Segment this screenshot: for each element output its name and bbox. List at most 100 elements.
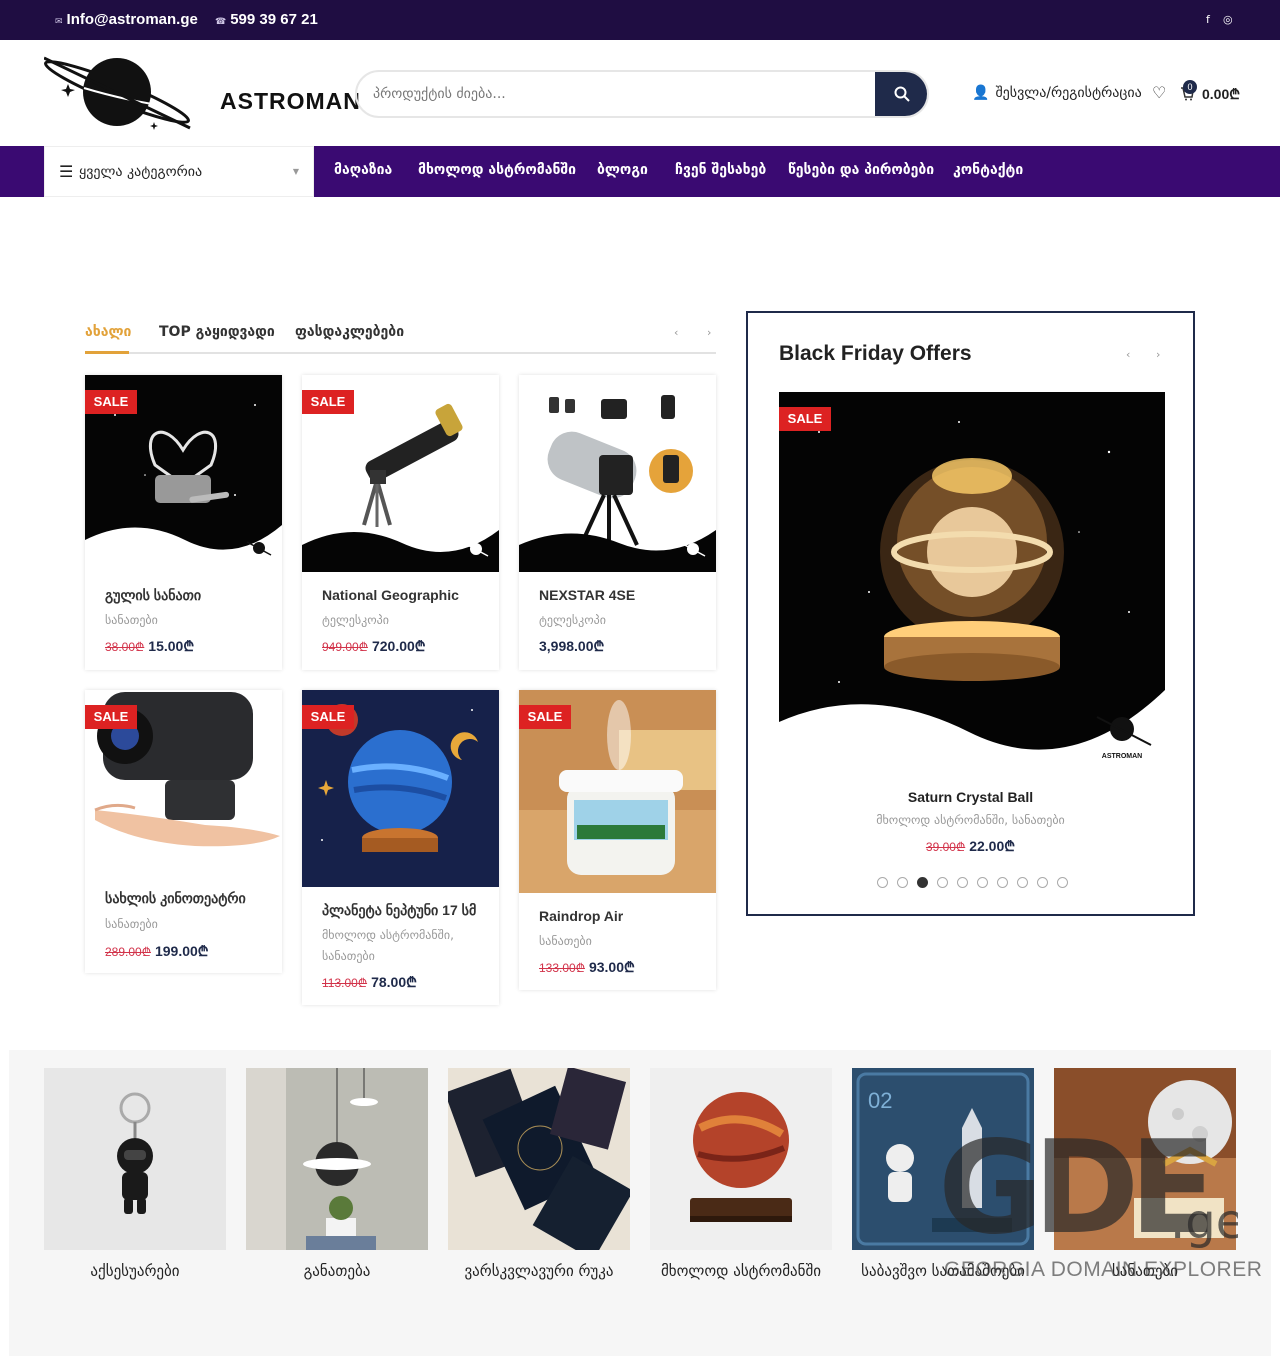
search-bar bbox=[355, 70, 929, 118]
tab-new[interactable]: ახალი bbox=[85, 324, 131, 340]
category-card-star-map[interactable]: ვარსკვლავური რუკა bbox=[448, 1068, 630, 1282]
bf-next-arrow-icon[interactable]: › bbox=[1156, 348, 1160, 361]
product-image[interactable]: SALE bbox=[85, 375, 282, 572]
tab-discounts[interactable]: ფასდაკლებები bbox=[295, 324, 404, 340]
carousel-dot[interactable] bbox=[977, 877, 988, 888]
nav-link-terms[interactable]: წესები და პირობები bbox=[788, 162, 934, 178]
currency-symbol: ₾ bbox=[575, 961, 585, 975]
carousel-dot[interactable] bbox=[957, 877, 968, 888]
category-card-accessories[interactable]: აქსესუარები bbox=[44, 1068, 226, 1282]
product-card[interactable]: SALE Raindrop Air სანათები 133.00₾ 93.00₾ bbox=[519, 690, 716, 990]
old-price: 133.00 bbox=[539, 961, 576, 975]
sale-badge: SALE bbox=[85, 705, 137, 729]
sale-price: 199.00 bbox=[154, 943, 198, 959]
category-image[interactable] bbox=[44, 1068, 226, 1250]
top-bar: ✉ Info@astroman.ge ☎ 599 39 67 21 f ◎ bbox=[0, 0, 1280, 40]
product-category[interactable]: ტელესკოპი bbox=[539, 610, 699, 631]
black-friday-product-category[interactable]: მხოლოდ ასტრომანში, სანათები bbox=[748, 813, 1193, 827]
product-title[interactable]: პლანეტა ნეპტუნი 17 სმ bbox=[322, 902, 476, 919]
sale-badge: SALE bbox=[519, 705, 571, 729]
black-friday-product-name[interactable]: Saturn Crystal Ball bbox=[748, 789, 1193, 805]
email-link[interactable]: ✉ Info@astroman.ge bbox=[55, 11, 198, 28]
product-title[interactable]: სახლის კინოთეატრი bbox=[105, 890, 246, 907]
tabs-prev-arrow-icon[interactable]: ‹ bbox=[674, 326, 678, 339]
category-label[interactable]: განათება bbox=[246, 1260, 428, 1282]
product-title[interactable]: NEXSTAR 4SE bbox=[539, 587, 635, 603]
wishlist-icon[interactable]: ♡ bbox=[1152, 83, 1166, 102]
category-card-kids-toys[interactable]: 02 საბავშვო სათამაშოები bbox=[852, 1068, 1034, 1282]
product-category[interactable]: მხოლოდ ასტრომანში, სანათები bbox=[322, 925, 482, 967]
nav-link-shop[interactable]: მაღაზია bbox=[334, 162, 392, 178]
product-card[interactable]: SALE National Geographic ტელესკოპი 949.0… bbox=[302, 375, 499, 670]
product-category[interactable]: სანათები bbox=[105, 914, 265, 935]
black-friday-product-price: 39.00₾ 22.00₾ bbox=[748, 837, 1193, 856]
old-price: 113.00 bbox=[322, 976, 358, 990]
tabs-next-arrow-icon[interactable]: › bbox=[707, 326, 711, 339]
sale-badge: SALE bbox=[302, 705, 354, 729]
product-price: 38.00₾ 15.00₾ bbox=[105, 637, 194, 656]
product-card[interactable]: NEXSTAR 4SE ტელესკოპი 3,998.00₾ bbox=[519, 375, 716, 670]
carousel-dot[interactable] bbox=[897, 877, 908, 888]
category-label[interactable]: მხოლოდ ასტრომანში bbox=[650, 1260, 832, 1282]
category-image[interactable] bbox=[246, 1068, 428, 1250]
facebook-icon[interactable]: f bbox=[1206, 13, 1210, 26]
sale-price: 93.00 bbox=[588, 959, 625, 975]
category-image[interactable] bbox=[448, 1068, 630, 1250]
mail-icon: ✉ bbox=[55, 16, 63, 26]
nav-link-exclusive[interactable]: მხოლოდ ასტრომანში bbox=[418, 162, 576, 178]
currency-symbol: ₾ bbox=[624, 959, 635, 975]
sale-badge: SALE bbox=[302, 390, 354, 414]
instagram-icon[interactable]: ◎ bbox=[1223, 13, 1233, 26]
tab-top-sellers[interactable]: TOP გაყიდვადი bbox=[159, 324, 275, 340]
bf-prev-arrow-icon[interactable]: ‹ bbox=[1126, 348, 1130, 361]
old-price: 289.00 bbox=[105, 945, 142, 959]
planet-logo-icon bbox=[43, 56, 191, 130]
search-button[interactable] bbox=[875, 72, 927, 116]
category-card-lamps[interactable]: სანათები bbox=[1054, 1068, 1236, 1282]
nav-link-about[interactable]: ჩვენ შესახებ bbox=[675, 162, 766, 178]
carousel-dot[interactable] bbox=[997, 877, 1008, 888]
carousel-dot[interactable] bbox=[1037, 877, 1048, 888]
carousel-dot[interactable] bbox=[877, 877, 888, 888]
currency-symbol: ₾ bbox=[357, 976, 368, 990]
main-nav: ☰ ყველა კატეგორია ▼ მაღაზია მხოლოდ ასტრო… bbox=[0, 146, 1280, 197]
product-category[interactable]: ტელესკოპი bbox=[322, 610, 482, 631]
sale-price: 15.00 bbox=[148, 638, 184, 654]
product-title[interactable]: National Geographic bbox=[322, 587, 459, 603]
category-label[interactable]: აქსესუარები bbox=[44, 1260, 226, 1282]
category-image[interactable]: 02 bbox=[852, 1068, 1034, 1250]
black-friday-product-image[interactable]: ASTROMAN SALE bbox=[779, 392, 1165, 778]
carousel-dot[interactable] bbox=[937, 877, 948, 888]
all-categories-dropdown[interactable]: ☰ ყველა კატეგორია ▼ bbox=[44, 146, 314, 197]
carousel-dot[interactable] bbox=[1017, 877, 1028, 888]
product-category[interactable]: სანათები bbox=[105, 610, 265, 631]
product-card[interactable]: SALE პლანეტა ნეპტუნი 17 სმ მხოლოდ ასტრომ… bbox=[302, 690, 499, 1005]
product-image[interactable]: SALE bbox=[302, 375, 499, 572]
category-card-lighting[interactable]: განათება bbox=[246, 1068, 428, 1282]
all-categories-label: ყველა კატეგორია bbox=[79, 164, 203, 180]
nav-link-blog[interactable]: ბლოგი bbox=[597, 162, 648, 178]
login-link[interactable]: 👤 შესვლა/რეგისტრაცია bbox=[972, 85, 1142, 101]
product-title[interactable]: გულის სანათი bbox=[105, 587, 201, 604]
category-image[interactable] bbox=[1054, 1068, 1236, 1250]
product-image[interactable]: SALE bbox=[302, 690, 499, 887]
product-card[interactable]: SALE სახლის კინოთეატრი სანათები 289.00₾ 1… bbox=[85, 690, 282, 973]
product-image[interactable] bbox=[519, 375, 716, 572]
product-title[interactable]: Raindrop Air bbox=[539, 908, 623, 924]
product-card[interactable]: SALE გულის სანათი სანათები 38.00₾ 15.00₾ bbox=[85, 375, 282, 670]
product-image[interactable]: SALE bbox=[519, 690, 716, 893]
phone-link[interactable]: ☎ 599 39 67 21 bbox=[215, 11, 318, 28]
product-category[interactable]: სანათები bbox=[539, 931, 699, 952]
category-card-exclusive[interactable]: მხოლოდ ასტრომანში bbox=[650, 1068, 832, 1282]
site-logo[interactable]: ASTROMAN bbox=[43, 54, 360, 132]
product-price: 133.00₾ 93.00₾ bbox=[539, 958, 635, 977]
search-input[interactable] bbox=[357, 72, 877, 116]
category-image[interactable] bbox=[650, 1068, 832, 1250]
category-label[interactable]: ვარსკვლავური რუკა bbox=[448, 1260, 630, 1282]
product-image[interactable]: SALE bbox=[85, 690, 282, 887]
carousel-dot[interactable] bbox=[917, 877, 928, 888]
carousel-dot[interactable] bbox=[1057, 877, 1068, 888]
sale-badge: SALE bbox=[85, 390, 137, 414]
nav-link-contact[interactable]: კონტაქტი bbox=[953, 162, 1023, 178]
sale-price: 720.00 bbox=[371, 638, 415, 654]
